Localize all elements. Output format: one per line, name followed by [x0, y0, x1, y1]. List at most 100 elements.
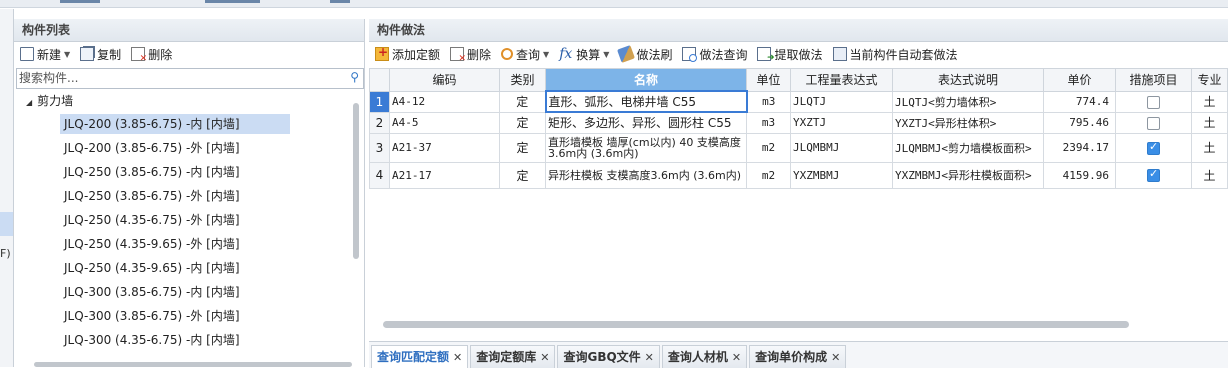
method-query-button[interactable]: 做法查询 — [682, 46, 747, 63]
tree-item[interactable]: JLQ-200 (3.85-6.75) -内 [内墙] — [14, 112, 352, 136]
column-header-unit[interactable]: 单位 — [746, 68, 791, 92]
bottom-tab[interactable]: 查询人材机 ✕ — [661, 345, 748, 368]
name-cell[interactable]: 直形墙模板 墙厚(cm以内) 40 支模高度3.6m内 (3.6m内) — [545, 132, 747, 163]
add-quota-button[interactable]: 添加定额 — [375, 45, 440, 63]
left-edge-selection[interactable] — [0, 212, 13, 236]
code-cell[interactable]: A21-17 — [389, 161, 500, 189]
expression-cell[interactable]: YXZMBMJ — [790, 161, 893, 189]
unit-cell[interactable]: m2 — [746, 161, 791, 189]
search-icon[interactable]: ⚲ — [350, 70, 359, 84]
specialty-cell[interactable]: 土 — [1191, 132, 1228, 163]
unit-cell[interactable]: m3 — [746, 111, 791, 134]
chevron-down-icon[interactable]: ▼ — [64, 50, 70, 59]
row-number-cell[interactable]: 1 — [369, 90, 390, 113]
column-header-specialty[interactable]: 专业 — [1191, 68, 1228, 92]
table-row[interactable]: 1 A4-12 定直形、弧形、电梯井墙 C55 m3 JLQTJ JLQTJ<剪力墙体积>… — [369, 90, 1228, 113]
measure-cell[interactable] — [1115, 111, 1192, 134]
type-cell[interactable]: 定 — [499, 161, 546, 189]
close-icon[interactable]: ✕ — [453, 351, 462, 364]
tree-item[interactable]: JLQ-250 (3.85-6.75) -内 [内墙] — [14, 160, 352, 184]
price-cell[interactable]: 4159.96 — [1043, 161, 1116, 189]
search-input[interactable] — [17, 69, 339, 86]
collapse-triangle-icon[interactable]: ◢ — [26, 98, 32, 107]
row-number-cell[interactable]: 4 — [369, 161, 390, 189]
column-header-code[interactable]: 编码 — [389, 68, 500, 92]
table-row[interactable]: 4 A21-17 定异形柱模板 支模高度3.6m内 (3.6m内) m2 YXZMBMJ… — [369, 161, 1228, 189]
type-cell[interactable]: 定 — [499, 90, 546, 113]
measure-checkbox[interactable] — [1147, 140, 1160, 155]
price-cell[interactable]: 795.46 — [1043, 111, 1116, 134]
bottom-tab[interactable]: 查询单价构成 ✕ — [749, 345, 847, 368]
delete-row-button[interactable]: 删除 — [450, 46, 491, 64]
name-cell[interactable]: 直形、弧形、电梯井墙 C55 — [544, 90, 748, 113]
tree-item[interactable]: JLQ-300 (4.35-6.75) -内 [内墙] — [14, 328, 352, 352]
chevron-down-icon[interactable]: ▼ — [543, 50, 549, 59]
name-cell[interactable]: 矩形、多边形、异形、圆形柱 C55 — [545, 111, 747, 134]
bottom-tab[interactable]: 查询GBQ文件 ✕ — [557, 345, 660, 368]
column-header-name[interactable]: 名称 — [545, 68, 747, 92]
measure-cell[interactable] — [1115, 132, 1192, 163]
grid-horizontal-scrollbar[interactable] — [383, 321, 1129, 328]
column-header-expression-desc[interactable]: 表达式说明 — [892, 68, 1044, 92]
row-number-cell[interactable]: 2 — [369, 111, 390, 134]
column-header-expression[interactable]: 工程量表达式 — [790, 68, 893, 92]
column-header-price[interactable]: 单价 — [1043, 68, 1116, 92]
table-row[interactable]: 3 A21-37 定直形墙模板 墙厚(cm以内) 40 支模高度3.6m内 (3.6… — [369, 132, 1228, 163]
new-label: 新建 — [37, 47, 62, 62]
measure-cell[interactable] — [1115, 90, 1192, 113]
measure-checkbox[interactable] — [1147, 95, 1160, 109]
specialty-cell[interactable]: 土 — [1191, 161, 1228, 189]
extract-method-button[interactable]: 提取做法 — [757, 46, 823, 63]
tree-item[interactable]: JLQ-250 (4.35-9.65) -外 [内墙] — [14, 232, 352, 256]
chevron-down-icon[interactable]: ▼ — [603, 50, 609, 59]
measure-cell[interactable] — [1115, 161, 1192, 189]
close-icon[interactable]: ✕ — [732, 351, 741, 364]
tree-vertical-scrollbar[interactable] — [353, 103, 359, 259]
code-cell[interactable]: A4-12 — [389, 90, 500, 113]
column-header-measure[interactable]: 措施项目 — [1115, 68, 1192, 92]
query-button[interactable]: 查询 ▼ — [501, 46, 549, 63]
type-cell[interactable]: 定 — [499, 132, 546, 163]
tree-item[interactable]: JLQ-300 (3.85-6.75) -外 [内墙] — [14, 304, 352, 328]
auto-apply-button[interactable]: 当前构件自动套做法 — [832, 46, 958, 63]
expression-desc-cell[interactable]: YXZTJ<异形柱体积> — [892, 111, 1044, 134]
row-number-cell[interactable]: 3 — [369, 132, 390, 163]
name-cell[interactable]: 异形柱模板 支模高度3.6m内 (3.6m内) — [545, 161, 747, 189]
convert-button[interactable]: fx 换算 ▼ — [559, 46, 609, 63]
bottom-tab[interactable]: 查询定额库 ✕ — [470, 345, 556, 368]
price-cell[interactable]: 2394.17 — [1043, 132, 1116, 163]
measure-checkbox[interactable] — [1147, 167, 1160, 182]
price-cell[interactable]: 774.4 — [1043, 90, 1116, 113]
column-header-type[interactable]: 类别 — [499, 68, 546, 92]
expression-cell[interactable]: JLQTJ — [790, 90, 893, 113]
tree-item[interactable]: JLQ-250 (4.35-9.65) -内 [内墙] — [14, 256, 352, 280]
expression-desc-cell[interactable]: JLQMBMJ<剪力墙模板面积> — [892, 132, 1044, 163]
copy-button[interactable]: 复制 — [80, 46, 121, 63]
code-cell[interactable]: A21-37 — [389, 132, 500, 163]
specialty-cell[interactable]: 土 — [1191, 111, 1228, 134]
type-cell[interactable]: 定 — [499, 111, 546, 134]
tree-horizontal-scrollbar[interactable] — [34, 362, 352, 367]
unit-cell[interactable]: m2 — [746, 132, 791, 163]
close-icon[interactable]: ✕ — [645, 351, 654, 364]
tree-item[interactable]: JLQ-250 (4.35-6.75) -外 [内墙] — [14, 208, 352, 232]
tree-root-shear-wall[interactable]: ◢ 剪力墙 — [14, 90, 352, 112]
table-row[interactable]: 2 A4-5 定矩形、多边形、异形、圆形柱 C55 m3 YXZTJ YXZTJ<异形柱体… — [369, 111, 1228, 134]
close-icon[interactable]: ✕ — [540, 351, 549, 364]
new-button[interactable]: 新建 ▼ — [20, 46, 70, 63]
expression-cell[interactable]: YXZTJ — [790, 111, 893, 134]
unit-cell[interactable]: m3 — [746, 90, 791, 113]
measure-checkbox[interactable] — [1147, 116, 1160, 130]
tree-item[interactable]: JLQ-250 (3.85-6.75) -外 [内墙] — [14, 184, 352, 208]
specialty-cell[interactable]: 土 — [1191, 90, 1228, 113]
method-brush-button[interactable]: 做法刷 — [617, 45, 672, 63]
expression-desc-cell[interactable]: JLQTJ<剪力墙体积> — [892, 90, 1044, 113]
bottom-tab[interactable]: 查询匹配定额 ✕ — [371, 345, 469, 368]
expression-cell[interactable]: JLQMBMJ — [790, 132, 893, 163]
close-icon[interactable]: ✕ — [831, 351, 840, 364]
code-cell[interactable]: A4-5 — [389, 111, 500, 134]
expression-desc-cell[interactable]: YXZMBMJ<异形柱模板面积> — [892, 161, 1044, 189]
delete-button[interactable]: 删除 — [131, 46, 172, 64]
tree-item[interactable]: JLQ-200 (3.85-6.75) -外 [内墙] — [14, 136, 352, 160]
tree-item[interactable]: JLQ-300 (3.85-6.75) -内 [内墙] — [14, 280, 352, 304]
